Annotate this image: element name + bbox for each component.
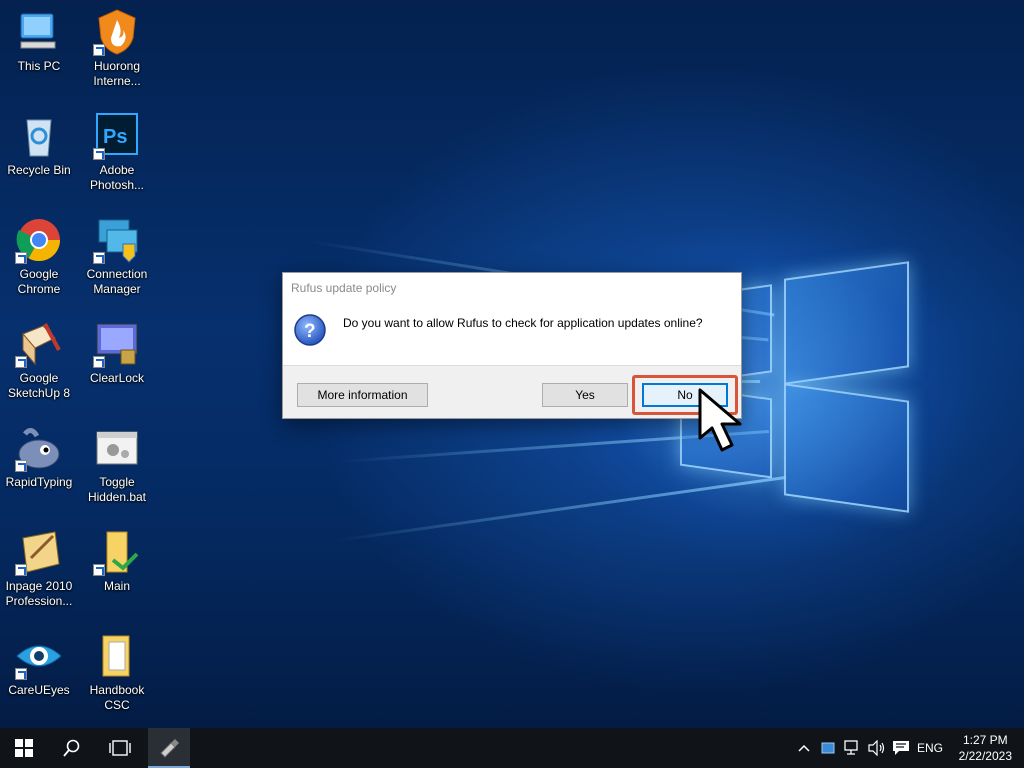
icon-label: This PC	[17, 59, 61, 73]
task-view-icon	[109, 740, 131, 756]
svg-text:?: ?	[304, 321, 316, 342]
clock-time: 1:27 PM	[962, 733, 1008, 747]
shortcut-arrow-icon	[93, 44, 105, 56]
shortcut-arrow-icon	[15, 668, 27, 680]
desktop-icon-rapidtyping[interactable]: RapidTyping	[0, 424, 78, 490]
icon-label: Profession...	[5, 594, 73, 608]
batch-file-icon	[93, 424, 141, 472]
desktop-icon-careueyes[interactable]: CareUEyes	[0, 632, 78, 698]
icon-label: Google	[19, 371, 59, 385]
shortcut-arrow-icon	[15, 356, 27, 368]
usb-drive-icon	[160, 739, 179, 758]
taskbar-clock[interactable]: 1:27 PM 2/22/2023	[959, 732, 1012, 764]
inpage-icon	[15, 528, 63, 576]
desktop-icon-sketchup[interactable]: Google SketchUp 8	[0, 320, 78, 401]
windows-start-icon	[15, 739, 33, 757]
wallpaper-beam	[329, 475, 786, 543]
notification-icon	[893, 741, 909, 755]
windows-logo-pane	[784, 261, 909, 385]
desktop-icon-handbook[interactable]: Handbook CSC	[78, 632, 156, 713]
icon-label: Main	[103, 579, 130, 593]
mouse-pointer-icon	[696, 388, 756, 456]
icon-label: Toggle	[99, 475, 135, 489]
chevron-up-icon	[798, 744, 810, 752]
icon-label: Manager	[93, 282, 141, 296]
clock-date: 2/22/2023	[958, 749, 1012, 763]
start-button[interactable]	[0, 728, 48, 768]
input-language-indicator[interactable]: ENG	[914, 728, 946, 768]
desktop-icon-photoshop[interactable]: Ps Adobe Photosh...	[78, 112, 156, 193]
this-pc-icon	[15, 8, 63, 56]
svg-text:Ps: Ps	[103, 126, 127, 148]
shortcut-arrow-icon	[93, 356, 105, 368]
action-center-button[interactable]	[890, 728, 912, 768]
folder-icon	[93, 632, 141, 680]
icon-label: Photosh...	[89, 178, 145, 192]
tray-app-icon[interactable]	[818, 728, 838, 768]
sketchup-icon	[15, 320, 63, 368]
shortcut-arrow-icon	[93, 148, 105, 160]
tray-device-icon	[821, 742, 835, 754]
desktop-icon-clearlock[interactable]: ClearLock	[78, 320, 156, 386]
speaker-icon	[868, 740, 885, 756]
icon-label: CareUEyes	[8, 683, 70, 697]
icon-label: Recycle Bin	[7, 163, 71, 177]
icon-label: Connection	[86, 267, 148, 281]
connection-manager-icon	[93, 216, 141, 264]
folder-shortcut-icon	[93, 528, 141, 576]
taskbar-app-rufus[interactable]	[148, 728, 190, 768]
icon-label: Handbook	[89, 683, 145, 697]
icon-label: CSC	[104, 698, 130, 712]
icon-label: Adobe	[99, 163, 135, 177]
icon-label: Interne...	[93, 74, 141, 88]
desktop-icon-recycle-bin[interactable]: Recycle Bin	[0, 112, 78, 178]
desktop-icon-this-pc[interactable]: This PC	[0, 8, 78, 74]
icon-label: Google	[19, 267, 59, 281]
icon-label: Inpage 2010	[5, 579, 73, 593]
network-status-button[interactable]	[842, 728, 864, 768]
recycle-bin-icon	[15, 112, 63, 160]
search-icon	[63, 739, 80, 757]
icon-label: ClearLock	[89, 371, 145, 385]
windows-logo-pane	[784, 383, 909, 513]
network-icon	[844, 740, 858, 755]
show-hidden-icons-button[interactable]	[794, 728, 814, 768]
shortcut-arrow-icon	[15, 564, 27, 576]
shortcut-arrow-icon	[93, 252, 105, 264]
question-icon: ?	[293, 313, 327, 347]
desktop-icon-connection-manager[interactable]: Connection Manager	[78, 216, 156, 297]
icon-label: RapidTyping	[5, 475, 73, 489]
dialog-message: Do you want to allow Rufus to check for …	[343, 316, 703, 330]
icon-label: SketchUp 8	[7, 386, 71, 400]
desktop-icon-toggle-hidden[interactable]: Toggle Hidden.bat	[78, 424, 156, 505]
task-view-button[interactable]	[96, 728, 144, 768]
icon-label: Chrome	[17, 282, 61, 296]
desktop-icon-chrome[interactable]: Google Chrome	[0, 216, 78, 297]
yes-button[interactable]: Yes	[542, 383, 628, 407]
icon-label: Huorong	[93, 59, 141, 73]
desktop-icon-huorong[interactable]: Huorong Interne...	[78, 8, 156, 89]
shortcut-arrow-icon	[93, 564, 105, 576]
huorong-icon	[93, 8, 141, 56]
chrome-icon	[15, 216, 63, 264]
clearlock-icon	[93, 320, 141, 368]
more-information-button[interactable]: More information	[297, 383, 428, 407]
volume-button[interactable]	[866, 728, 888, 768]
shortcut-arrow-icon	[15, 460, 27, 472]
icon-label: Hidden.bat	[87, 490, 147, 504]
desktop-icon-main[interactable]: Main	[78, 528, 156, 594]
shortcut-arrow-icon	[15, 252, 27, 264]
photoshop-icon: Ps	[93, 112, 141, 160]
taskbar: ENG 1:27 PM 2/22/2023	[0, 728, 1024, 768]
rapidtyping-icon	[15, 424, 63, 472]
careueyes-icon	[15, 632, 63, 680]
desktop-icon-inpage[interactable]: Inpage 2010 Profession...	[0, 528, 78, 609]
search-button[interactable]	[48, 728, 96, 768]
dialog-title: Rufus update policy	[291, 281, 397, 295]
